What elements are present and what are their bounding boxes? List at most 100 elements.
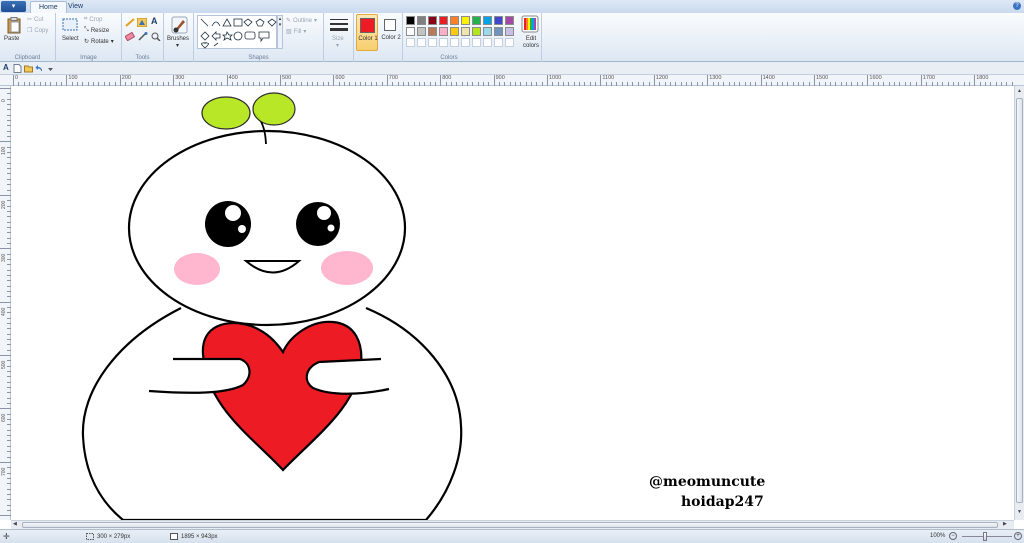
- outline-button[interactable]: ✎ Outline ▾: [286, 17, 318, 25]
- ruler-tick: [13, 75, 14, 86]
- copy-button[interactable]: ❐ Copy: [27, 27, 49, 35]
- paint-menu-button[interactable]: ▾: [1, 1, 26, 12]
- palette-custom-swatch[interactable]: [439, 38, 448, 47]
- drawing-canvas[interactable]: @meomuncute hoidap247: [11, 86, 1014, 520]
- chevron-down-icon: ▾: [110, 39, 114, 45]
- palette-custom-swatch[interactable]: [461, 38, 470, 47]
- color-picker-icon[interactable]: [138, 32, 148, 41]
- palette-swatch[interactable]: [461, 27, 470, 36]
- palette-custom-swatch[interactable]: [505, 38, 514, 47]
- magnifier-icon[interactable]: [151, 32, 161, 41]
- palette-custom-swatch[interactable]: [494, 38, 503, 47]
- image-size-text: 1895 × 943px: [181, 533, 218, 540]
- palette-custom-swatch[interactable]: [472, 38, 481, 47]
- ruler-tick: [493, 75, 495, 86]
- palette-swatch[interactable]: [417, 27, 426, 36]
- palette-swatch[interactable]: [505, 16, 514, 25]
- vertical-scroll-thumb[interactable]: [1016, 98, 1023, 503]
- palette-swatch[interactable]: [483, 16, 492, 25]
- resize-label: Resize: [90, 27, 110, 34]
- vertical-scrollbar[interactable]: ▲ ▼: [1014, 86, 1024, 520]
- palette-custom-swatch[interactable]: [406, 38, 415, 47]
- shapes-gallery[interactable]: [197, 15, 277, 49]
- color1-button[interactable]: Color 1: [356, 14, 378, 51]
- undo-icon[interactable]: [35, 64, 44, 73]
- fill-button[interactable]: ▨ Fill ▾: [286, 28, 306, 36]
- palette-swatch[interactable]: [450, 16, 459, 25]
- palette-swatch[interactable]: [494, 27, 503, 36]
- scroll-right-icon[interactable]: ▶: [1003, 521, 1010, 528]
- horizontal-scroll-thumb[interactable]: [22, 522, 998, 528]
- new-file-icon[interactable]: [13, 64, 22, 73]
- palette-swatch[interactable]: [472, 16, 481, 25]
- ruler-tick: [867, 75, 869, 86]
- palette-swatch[interactable]: [505, 27, 514, 36]
- zoom-slider-thumb[interactable]: [983, 532, 987, 541]
- zoom-slider-track[interactable]: [962, 536, 1012, 537]
- ruler-label: 1700: [922, 75, 936, 81]
- palette-swatch[interactable]: [439, 16, 448, 25]
- fill-bucket-icon[interactable]: [137, 18, 147, 27]
- scroll-left-icon[interactable]: ◀: [13, 521, 20, 528]
- tools-group: A Tools: [122, 13, 164, 62]
- ruler-label: 1400: [762, 75, 775, 81]
- zoom-out-icon[interactable]: −: [949, 532, 957, 540]
- brushes-button[interactable]: [171, 16, 188, 34]
- palette-swatch[interactable]: [439, 27, 448, 36]
- copy-label: Copy: [34, 27, 49, 34]
- ruler-tick: [0, 408, 11, 410]
- palette-swatch[interactable]: [428, 16, 437, 25]
- palette-custom-swatch[interactable]: [417, 38, 426, 47]
- edit-colors-button[interactable]: [521, 15, 539, 33]
- ruler-label: 0: [1, 99, 7, 102]
- blush-left: [174, 253, 220, 285]
- pencil-icon[interactable]: [125, 18, 135, 27]
- rotate-icon: ↻: [84, 39, 90, 45]
- colors-group-title: Colors: [440, 55, 458, 61]
- palette-custom-swatch[interactable]: [428, 38, 437, 47]
- ruler-label: 1600: [869, 75, 882, 81]
- paste-button[interactable]: [6, 17, 22, 34]
- palette-swatch[interactable]: [450, 27, 459, 36]
- rotate-label: Rotate: [91, 38, 109, 45]
- ruler-label: 200: [1, 200, 7, 209]
- shapes-scroll-button[interactable]: ▴ ▾: [277, 15, 283, 49]
- palette-swatch[interactable]: [417, 16, 426, 25]
- cut-button[interactable]: ✂ Cut: [27, 16, 43, 24]
- resize-button[interactable]: ⤡ Resize: [84, 27, 109, 34]
- crop-button[interactable]: ⌗ Crop: [84, 16, 102, 23]
- horizontal-scrollbar[interactable]: ◀ ▶: [11, 520, 1014, 529]
- open-file-icon[interactable]: [24, 64, 33, 73]
- scroll-down-icon[interactable]: ▼: [1016, 509, 1023, 516]
- scroll-up-icon[interactable]: ▲: [1016, 88, 1023, 95]
- ruler-tick: [0, 88, 11, 89]
- color2-button[interactable]: Color 2: [380, 14, 402, 51]
- ruler-tick: [920, 75, 922, 86]
- eraser-icon[interactable]: [125, 32, 135, 41]
- qat-dropdown-icon[interactable]: [46, 64, 55, 73]
- ruler-tick: [974, 75, 976, 86]
- rotate-button[interactable]: ↻ Rotate ▾: [84, 38, 114, 46]
- watermark-username: @meomuncute: [649, 474, 766, 490]
- palette-swatch[interactable]: [494, 16, 503, 25]
- palette-swatch[interactable]: [472, 27, 481, 36]
- text-tool-icon[interactable]: A: [151, 16, 158, 26]
- size-button[interactable]: [330, 17, 348, 34]
- chevron-down-icon: ▾: [314, 18, 318, 24]
- palette-custom-swatch[interactable]: [483, 38, 492, 47]
- palette-custom-swatch[interactable]: [450, 38, 459, 47]
- zoom-in-icon[interactable]: +: [1014, 532, 1022, 540]
- text-format-icon[interactable]: A: [3, 63, 9, 72]
- palette-swatch[interactable]: [406, 16, 415, 25]
- selection-size-text: 300 × 279px: [97, 533, 131, 540]
- quick-access-toolbar: A: [0, 62, 1024, 75]
- palette-swatch[interactable]: [406, 27, 415, 36]
- tab-view[interactable]: View: [60, 1, 91, 13]
- palette-swatch[interactable]: [428, 27, 437, 36]
- palette-swatch[interactable]: [483, 27, 492, 36]
- palette-swatch[interactable]: [461, 16, 470, 25]
- ruler-label: 1800: [976, 75, 989, 81]
- image-size-icon: [170, 533, 178, 540]
- select-button[interactable]: [62, 17, 78, 34]
- help-icon[interactable]: ?: [1013, 2, 1021, 10]
